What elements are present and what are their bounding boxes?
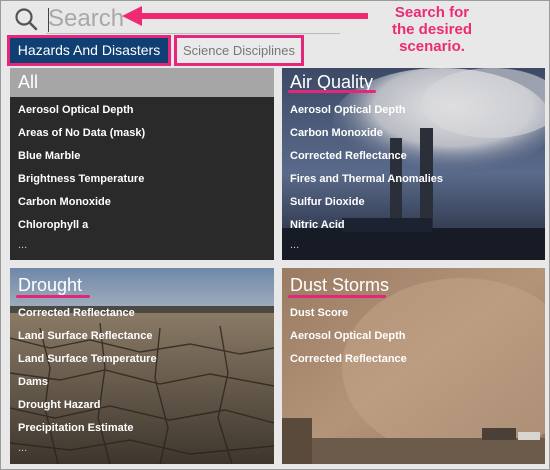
list-item[interactable]: Carbon Monoxide bbox=[18, 191, 145, 214]
list-item[interactable]: Dust Score bbox=[290, 302, 407, 325]
list-item[interactable]: Precipitation Estimate bbox=[18, 417, 157, 440]
more-indicator[interactable]: ... bbox=[18, 237, 145, 255]
list-item[interactable]: Carbon Monoxide bbox=[290, 122, 443, 145]
card-title: Drought bbox=[18, 275, 83, 295]
list-item[interactable]: Nitric Acid bbox=[290, 214, 443, 237]
title-underline bbox=[288, 295, 386, 298]
list-item[interactable]: Chlorophyll a bbox=[18, 214, 145, 237]
text-cursor bbox=[48, 8, 49, 32]
list-item[interactable]: Corrected Reflectance bbox=[18, 302, 157, 325]
annotation-arrow bbox=[122, 6, 368, 26]
list-item[interactable]: Fires and Thermal Anomalies bbox=[290, 168, 443, 191]
card-all[interactable]: All Aerosol Optical Depth Areas of No Da… bbox=[10, 68, 274, 260]
list-item[interactable]: Blue Marble bbox=[18, 145, 145, 168]
list-item[interactable]: Brightness Temperature bbox=[18, 168, 145, 191]
list-item[interactable]: Dams bbox=[18, 371, 157, 394]
card-dust-storms[interactable]: Dust Storms Dust Score Aerosol Optical D… bbox=[282, 268, 545, 464]
tab-science-disciplines[interactable]: Science Disciplines bbox=[174, 35, 304, 66]
list-item[interactable]: Areas of No Data (mask) bbox=[18, 122, 145, 145]
card-air-quality[interactable]: Air Quality Aerosol Optical Depth Carbon… bbox=[282, 68, 545, 260]
title-underline bbox=[16, 295, 90, 298]
tab-hazards-and-disasters[interactable]: Hazards And Disasters bbox=[7, 35, 171, 66]
more-indicator[interactable]: ... bbox=[18, 440, 157, 458]
card-title: All bbox=[18, 72, 39, 92]
list-item[interactable]: Sulfur Dioxide bbox=[290, 191, 443, 214]
card-item-list: Aerosol Optical Depth Carbon Monoxide Co… bbox=[290, 99, 443, 255]
tab-label: Science Disciplines bbox=[183, 43, 295, 58]
list-item[interactable]: Drought Hazard bbox=[18, 394, 157, 417]
search-icon[interactable] bbox=[14, 7, 38, 31]
card-item-list: Dust Score Aerosol Optical Depth Correct… bbox=[290, 302, 407, 371]
list-item[interactable]: Aerosol Optical Depth bbox=[290, 99, 443, 122]
card-item-list: Corrected Reflectance Land Surface Refle… bbox=[18, 302, 157, 458]
annotation-text: Search for the desired scenario. bbox=[391, 4, 473, 55]
card-header-band bbox=[10, 68, 274, 97]
list-item[interactable]: Aerosol Optical Depth bbox=[18, 99, 145, 122]
card-drought[interactable]: Drought Corrected Reflectance Land Surfa… bbox=[10, 268, 274, 464]
list-item[interactable]: Land Surface Temperature bbox=[18, 348, 157, 371]
tab-label: Hazards And Disasters bbox=[17, 42, 161, 58]
list-item[interactable]: Land Surface Reflectance bbox=[18, 325, 157, 348]
more-indicator[interactable]: ... bbox=[290, 237, 443, 255]
card-item-list: Aerosol Optical Depth Areas of No Data (… bbox=[18, 99, 145, 255]
title-underline bbox=[288, 90, 376, 93]
list-item[interactable]: Aerosol Optical Depth bbox=[290, 325, 407, 348]
card-title: Dust Storms bbox=[290, 275, 390, 295]
list-item[interactable]: Corrected Reflectance bbox=[290, 348, 407, 371]
list-item[interactable]: Corrected Reflectance bbox=[290, 145, 443, 168]
